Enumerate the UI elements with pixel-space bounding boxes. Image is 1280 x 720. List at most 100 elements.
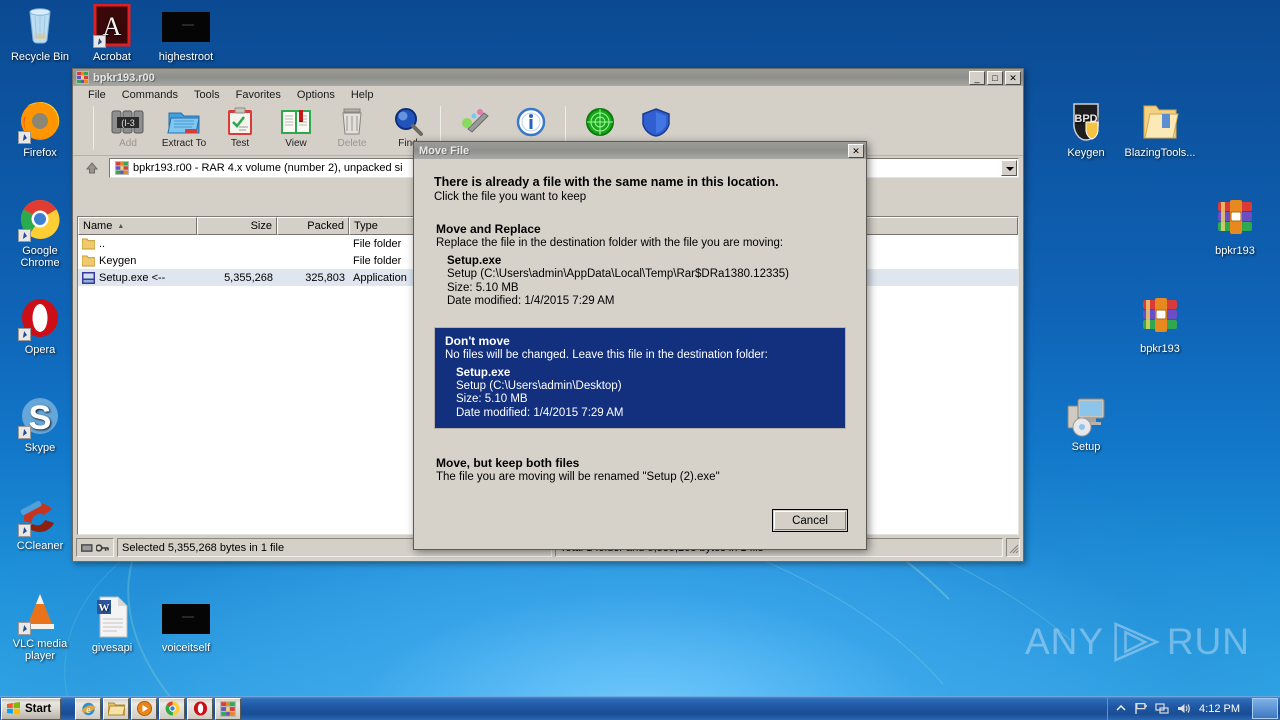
option-move-and-replace[interactable]: Move and Replace Replace the file in the… bbox=[434, 219, 846, 313]
file-size: 5,355,268 bbox=[224, 271, 273, 284]
internet-explorer-icon: e bbox=[80, 702, 96, 716]
flag-action-center-icon[interactable] bbox=[1134, 702, 1148, 715]
file-name: Setup.exe <-- bbox=[99, 271, 166, 284]
up-one-level-button[interactable] bbox=[79, 158, 105, 178]
volume-icon[interactable] bbox=[1177, 702, 1191, 715]
option-title: Move, but keep both files bbox=[436, 456, 580, 470]
desktop-icon-bpkr193-b[interactable]: bpkr193 bbox=[1124, 296, 1196, 355]
quicklaunch-opera[interactable] bbox=[187, 697, 214, 720]
winrar-title-text: bpkr193.r00 bbox=[93, 71, 155, 84]
system-tray[interactable]: 4:12 PM bbox=[1107, 697, 1248, 720]
quicklaunch-windows-explorer[interactable] bbox=[103, 697, 130, 720]
toolbar-button-test[interactable]: Test bbox=[212, 104, 268, 149]
acrobat-icon: A bbox=[76, 3, 148, 48]
dialog-titlebar[interactable]: Move File ✕ bbox=[414, 142, 866, 159]
anyrun-play-logo bbox=[1114, 621, 1160, 663]
desktop-icon-label: CCleaner bbox=[16, 540, 64, 552]
media-player-icon bbox=[136, 701, 152, 716]
toolbar-button-wizard[interactable] bbox=[447, 104, 503, 138]
toolbar-button-view[interactable]: View bbox=[268, 104, 324, 149]
dialog-title-text: Move File bbox=[419, 144, 470, 157]
desktop-icon-keygen[interactable]: BPD Keygen bbox=[1050, 100, 1122, 159]
shortcut-overlay-icon bbox=[18, 229, 31, 242]
svg-text:e: e bbox=[86, 705, 91, 716]
start-button[interactable]: Start bbox=[1, 697, 62, 720]
watermark-left-text: ANY bbox=[1025, 621, 1105, 662]
ccleaner-icon bbox=[4, 493, 76, 537]
desktop-icon-voiceitself[interactable]: voiceitself bbox=[150, 595, 222, 654]
toolbar-label: Test bbox=[230, 138, 250, 149]
shortcut-overlay-icon bbox=[93, 35, 106, 48]
toolbar-button-extract-to[interactable]: Extract To bbox=[156, 104, 212, 149]
recycle-bin-icon bbox=[4, 4, 76, 48]
toolbar-button-delete[interactable]: Delete bbox=[324, 104, 380, 149]
quicklaunch-google-chrome[interactable] bbox=[159, 697, 186, 720]
desktop-icon-vlc-media-player[interactable]: VLC media player bbox=[4, 591, 76, 662]
desktop-icon-ccleaner[interactable]: CCleaner bbox=[4, 493, 76, 552]
quicklaunch-internet-explorer[interactable]: e bbox=[75, 697, 102, 720]
toolbar-button-add[interactable]: (I-3 Add bbox=[100, 104, 156, 149]
disk-icon bbox=[81, 543, 93, 552]
sort-ascending-icon: ▲ bbox=[117, 222, 125, 230]
desktop-icon-skype[interactable]: S Skype bbox=[4, 395, 76, 454]
show-desktop-button[interactable] bbox=[1252, 698, 1278, 719]
start-button-label: Start bbox=[25, 702, 52, 715]
toolbar-button-info[interactable] bbox=[503, 104, 559, 138]
menu-item-options[interactable]: Options bbox=[289, 88, 343, 102]
desktop-icon-givesapi[interactable]: W givesapi bbox=[76, 595, 148, 654]
column-header-name[interactable]: Name ▲ bbox=[78, 217, 197, 235]
dialog-body: There is already a file with the same na… bbox=[414, 159, 866, 493]
option-description: The file you are moving will be renamed … bbox=[436, 471, 720, 483]
chevron-down-icon[interactable] bbox=[1001, 160, 1017, 176]
toolbar-button-virusscan[interactable] bbox=[572, 104, 628, 138]
menu-item-commands[interactable]: Commands bbox=[114, 88, 186, 102]
word-document-icon: W bbox=[76, 595, 148, 639]
extract-folder-icon bbox=[156, 107, 212, 137]
quicklaunch-media-player[interactable] bbox=[131, 697, 158, 720]
minimize-button[interactable]: _ bbox=[969, 70, 985, 85]
test-clipboard-icon bbox=[212, 107, 268, 137]
folder-icon bbox=[1124, 100, 1196, 144]
maximize-button[interactable]: □ bbox=[987, 70, 1003, 85]
taskbar-clock[interactable]: 4:12 PM bbox=[1199, 703, 1240, 715]
toolbar-separator bbox=[93, 106, 94, 150]
desktop-icon-firefox[interactable]: Firefox bbox=[4, 100, 76, 159]
desktop-icon-label: Recycle Bin bbox=[10, 51, 70, 63]
cancel-button[interactable]: Cancel bbox=[772, 509, 848, 532]
desktop-icon-opera[interactable]: Opera bbox=[4, 297, 76, 356]
option-file-date: Date modified: 1/4/2015 7:29 AM bbox=[456, 406, 624, 419]
option-dont-move[interactable]: Don't move No files will be changed. Lea… bbox=[434, 326, 846, 429]
taskbar[interactable]: Start e 4:12 PM bbox=[0, 696, 1280, 720]
desktop-icon-label: Skype bbox=[24, 442, 56, 454]
desktop-icon-bpkr193-a[interactable]: bpkr193 bbox=[1199, 198, 1271, 257]
column-label: Name bbox=[83, 220, 113, 232]
close-button[interactable]: ✕ bbox=[1005, 70, 1021, 85]
toolbar-button-protect[interactable] bbox=[628, 104, 684, 138]
menu-item-tools[interactable]: Tools bbox=[186, 88, 228, 102]
wizard-wand-icon bbox=[447, 107, 503, 137]
menu-item-file[interactable]: File bbox=[80, 88, 114, 102]
column-header-size[interactable]: Size bbox=[197, 217, 277, 235]
toolbar-label: Add bbox=[119, 138, 137, 149]
desktop-icon-acrobat[interactable]: A Acrobat bbox=[76, 3, 148, 63]
desktop-icon-blazingtools[interactable]: BlazingTools... bbox=[1124, 100, 1196, 159]
desktop-icon-highestroot[interactable]: highestroot bbox=[150, 4, 222, 63]
resize-grip[interactable] bbox=[1006, 538, 1020, 557]
move-file-dialog[interactable]: Move File ✕ There is already a file with… bbox=[413, 141, 867, 550]
desktop-icon-google-chrome[interactable]: Google Chrome bbox=[4, 198, 76, 269]
dialog-heading: There is already a file with the same na… bbox=[434, 175, 779, 189]
show-hidden-icons-icon[interactable] bbox=[1116, 704, 1126, 714]
menu-item-help[interactable]: Help bbox=[343, 88, 382, 102]
column-header-packed[interactable]: Packed bbox=[277, 217, 349, 235]
desktop-icon-setup[interactable]: Setup bbox=[1050, 394, 1122, 453]
virusscan-green-icon bbox=[572, 107, 628, 137]
winrar-titlebar[interactable]: bpkr193.r00 _ □ ✕ bbox=[73, 69, 1023, 86]
menu-item-favorites[interactable]: Favorites bbox=[228, 88, 289, 102]
shortcut-overlay-icon bbox=[18, 328, 31, 341]
network-icon[interactable] bbox=[1155, 702, 1169, 715]
quicklaunch-winrar[interactable] bbox=[215, 697, 242, 720]
option-move-keep-both[interactable]: Move, but keep both files The file you a… bbox=[434, 453, 846, 493]
winrar-menubar[interactable]: File Commands Tools Favorites Options He… bbox=[73, 86, 1023, 104]
desktop-icon-recycle-bin[interactable]: Recycle Bin bbox=[4, 4, 76, 63]
dialog-close-button[interactable]: ✕ bbox=[848, 143, 864, 158]
